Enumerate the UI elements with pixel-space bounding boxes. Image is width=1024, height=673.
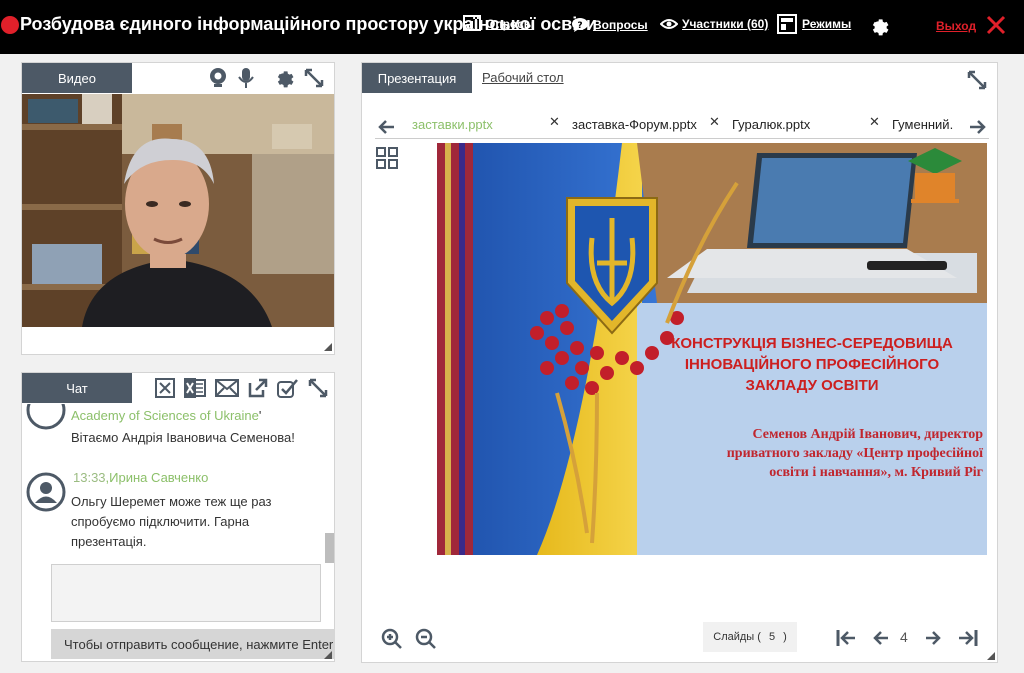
- video-stream[interactable]: [22, 94, 334, 327]
- fullscreen-icon[interactable]: [304, 68, 324, 88]
- grid-view-icon[interactable]: [376, 147, 398, 169]
- participants-button[interactable]: Участники (60): [660, 17, 768, 31]
- arrow-right-icon[interactable]: [969, 119, 987, 135]
- gear-icon[interactable]: [272, 67, 294, 89]
- chat-toolbar: [155, 378, 328, 398]
- file-tab-2[interactable]: Гуралюк.pptx: [732, 117, 810, 132]
- file-tab-3[interactable]: Гуменний.: [892, 117, 953, 132]
- excel-export-icon[interactable]: [184, 378, 206, 398]
- chat-send-hint: Чтобы отправить сообщение, нажмите Enter: [51, 629, 335, 659]
- chat-message-text: Ольгу Шеремет може теж ще раз спробуємо …: [71, 494, 272, 549]
- svg-text:?: ?: [577, 21, 582, 31]
- first-slide-icon[interactable]: [836, 629, 856, 647]
- popout-icon[interactable]: [248, 378, 268, 398]
- chat-message-time: 13:33: [73, 470, 106, 485]
- resize-handle-icon[interactable]: [324, 343, 332, 351]
- moderation-check-icon[interactable]: [277, 378, 299, 398]
- top-bar: Розбудова єдиного інформаційного простор…: [0, 0, 1024, 54]
- fullscreen-icon[interactable]: [967, 70, 987, 90]
- chat-message-text: Вітаємо Андрія Івановича Семенова!: [71, 430, 295, 445]
- close-icon[interactable]: ✕: [869, 114, 880, 130]
- next-slide-icon[interactable]: [925, 629, 943, 647]
- current-slide-number: 4: [900, 629, 908, 645]
- speaker-video-image: [22, 94, 334, 327]
- desktop-tab[interactable]: Рабочий стол: [482, 70, 564, 85]
- chat-message-header: 13:33,Ирина Савченко: [73, 470, 209, 485]
- record-indicator-icon: [1, 16, 19, 34]
- polls-label: Опросы: [486, 17, 535, 31]
- video-panel: Видео: [21, 62, 335, 355]
- modes-label: Режимы: [802, 17, 852, 31]
- video-toolbar: [208, 67, 324, 89]
- user-avatar-icon: [26, 472, 66, 512]
- zoom-out-icon[interactable]: [415, 628, 437, 650]
- file-tabs: заставки.pptx ✕ заставка-Форум.pptx ✕ Гу…: [375, 113, 989, 139]
- exit-link[interactable]: Выход: [936, 19, 976, 33]
- presentation-panel: Презентация Рабочий стол заставки.pptx ✕…: [361, 62, 998, 663]
- chart-icon: [463, 15, 481, 31]
- close-icon[interactable]: ✕: [549, 114, 560, 130]
- user-avatar-icon: [26, 404, 66, 430]
- questions-button[interactable]: ? Вопросы: [571, 17, 648, 33]
- close-icon[interactable]: [985, 14, 1007, 36]
- questions-label: Вопросы: [593, 18, 648, 32]
- chat-panel: Чат Academy of Sciences of Ukraine' Віта…: [21, 372, 335, 662]
- slide-heading: КОНСТРУКЦІЯ БІЗНЕС-СЕРЕДОВИЩА ІННОВАЦІЙН…: [671, 335, 953, 394]
- modes-button[interactable]: Режимы: [776, 13, 851, 35]
- slides-counter: Слайды ( 5 ): [703, 622, 797, 652]
- zoom-in-icon[interactable]: [381, 628, 403, 650]
- last-slide-icon[interactable]: [958, 629, 978, 647]
- chat-message-author: Ирина Савченко: [109, 470, 209, 485]
- fullscreen-icon[interactable]: [308, 378, 328, 398]
- presentation-tab[interactable]: Презентация: [362, 63, 472, 93]
- slide-author: Семенов Андрій Іванович, директор приват…: [726, 427, 983, 480]
- chat-message-author: Academy of Sciences of Ukraine': [71, 408, 262, 423]
- resize-handle-icon[interactable]: [987, 652, 995, 660]
- prev-slide-icon[interactable]: [871, 629, 889, 647]
- email-icon[interactable]: [215, 379, 239, 397]
- clear-chat-icon[interactable]: [155, 378, 175, 398]
- participants-label: Участники (60): [682, 17, 769, 31]
- video-tab[interactable]: Видео: [22, 63, 132, 93]
- question-bubble-icon: ?: [572, 18, 588, 32]
- file-tab-1[interactable]: заставка-Форум.pptx: [572, 117, 697, 132]
- chat-scrollbar[interactable]: [325, 533, 334, 563]
- layout-icon: [777, 14, 797, 34]
- gear-icon[interactable]: [867, 15, 889, 37]
- polls-button[interactable]: Опросы: [462, 14, 534, 34]
- resize-handle-icon[interactable]: [324, 651, 332, 659]
- chat-tab[interactable]: Чат: [22, 373, 132, 403]
- microphone-icon[interactable]: [238, 67, 254, 89]
- presentation-slide: КОНСТРУКЦІЯ БІЗНЕС-СЕРЕДОВИЩА ІННОВАЦІЙН…: [437, 143, 987, 555]
- eye-icon: [660, 19, 678, 29]
- webcam-icon[interactable]: [208, 67, 228, 89]
- chat-message-input[interactable]: [51, 564, 321, 622]
- file-tab-0[interactable]: заставки.pptx: [412, 117, 493, 132]
- chat-messages: Academy of Sciences of Ukraine' Вітаємо …: [22, 404, 322, 564]
- close-icon[interactable]: ✕: [709, 114, 720, 130]
